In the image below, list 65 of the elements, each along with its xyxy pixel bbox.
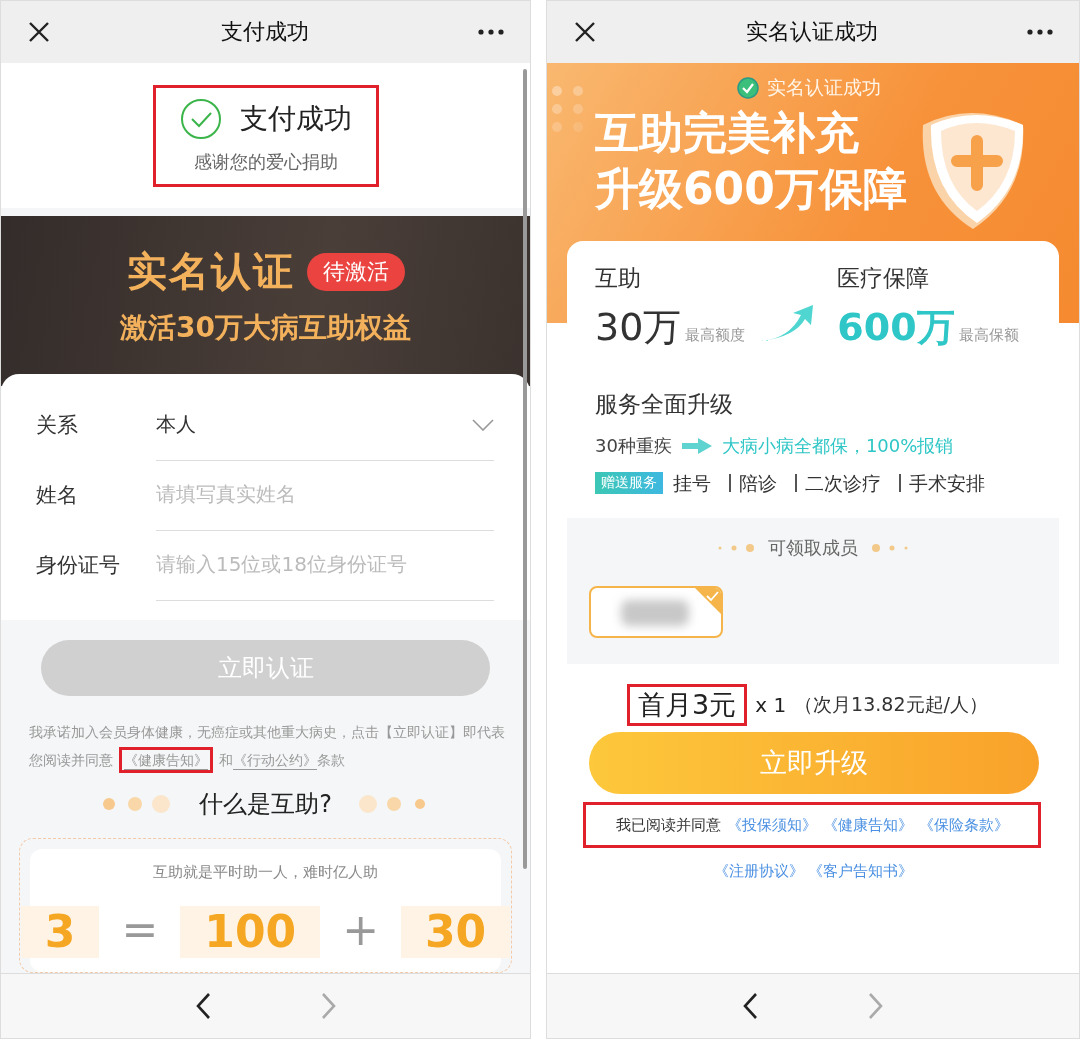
service-item: 手术安排	[899, 474, 993, 492]
services-title: 服务全面升级	[595, 390, 734, 419]
check-circle-icon	[737, 77, 759, 99]
field-label: 关系	[35, 412, 79, 439]
terms-link[interactable]: 《行动公约》	[233, 751, 317, 768]
dots-decoration	[870, 543, 910, 553]
services-to: 大病小病全都保，100%报销	[721, 434, 954, 458]
terms-link[interactable]: 《注册协议》	[713, 862, 804, 881]
price-note: （次月13.82元起/人）	[794, 692, 988, 717]
input-field[interactable]: 本人	[156, 389, 494, 461]
input-field[interactable]: 请填写真实姓名	[156, 459, 494, 531]
more-icon[interactable]	[1027, 29, 1053, 35]
input-field[interactable]: 请输入15位或18位身份证号	[156, 529, 494, 601]
status-badge: 待激活	[306, 252, 405, 291]
scrollbar[interactable]	[523, 69, 527, 869]
number-figure: 100	[180, 905, 321, 958]
banner-headline: 升级600万保障	[595, 162, 907, 216]
service-item: 二次诊疗	[795, 474, 889, 492]
amount-note: 最高保额	[958, 326, 1019, 345]
banner-title: 实名认证	[126, 247, 295, 296]
field-label: 身份证号	[35, 552, 121, 579]
service-item: 挂号	[673, 474, 712, 492]
first-month-price: 首月3元	[627, 684, 748, 726]
check-circle-icon	[179, 97, 222, 140]
terms-link[interactable]: 《保险条款》	[918, 815, 1009, 835]
page-title: 实名认证成功	[746, 18, 878, 46]
terms-link[interactable]: 《客户告知书》	[807, 862, 913, 881]
coverage-amount: 30万	[595, 304, 682, 351]
page-title: 支付成功	[220, 18, 309, 46]
status-text: 实名认证成功	[767, 75, 881, 100]
tagline: 互助就是平时助一人，难时亿人助	[153, 862, 378, 882]
field-label: 姓名	[35, 482, 79, 509]
services-from: 30种重疾	[595, 434, 672, 458]
close-icon[interactable]	[27, 20, 51, 44]
arrow-right-icon	[681, 438, 712, 454]
members-title: 可领取成员	[768, 536, 858, 560]
terms-link[interactable]: 《投保须知》	[726, 815, 817, 835]
dots-decoration	[716, 543, 756, 553]
plan-title: 互助	[595, 264, 642, 293]
success-title: 支付成功	[239, 100, 352, 137]
close-icon[interactable]	[573, 20, 597, 44]
back-icon[interactable]	[194, 992, 211, 1020]
service-item: 陪诊	[729, 474, 785, 492]
operator-sign: +	[342, 905, 379, 954]
operator-sign: =	[121, 905, 159, 954]
terms-link[interactable]: 《健康告知》	[119, 746, 213, 773]
coverage-amount: 600万	[837, 304, 955, 351]
number-figure: 3	[20, 905, 100, 958]
more-icon[interactable]	[478, 29, 504, 35]
back-icon[interactable]	[742, 992, 758, 1020]
check-corner-icon	[695, 588, 721, 614]
amount-note: 最高额度	[685, 326, 746, 345]
consent-text: 我承诺加入会员身体健康，无癌症或其他重大病史，点击【立即认证】即代表您阅读并同意 《健康告知》 和《行动公约》条款	[29, 717, 506, 774]
chevron-down-icon	[472, 418, 494, 431]
number-figure: 30	[401, 905, 511, 958]
plan-title: 医疗保障	[837, 264, 931, 293]
banner-headline: 互助完美补充	[595, 106, 859, 160]
thanks-text: 感谢您的爱心捐助	[193, 149, 338, 174]
section-title: 什么是互助?	[199, 788, 332, 820]
terms-link[interactable]: 《健康告知》	[822, 815, 913, 835]
banner-subtitle: 激活30万大病互助权益	[120, 310, 411, 346]
agreement-text: 我已阅读并同意	[615, 815, 721, 835]
gift-badge: 赠送服务	[595, 472, 663, 494]
quantity: x 1	[755, 693, 787, 717]
upgrade-button[interactable]: 立即升级	[589, 732, 1039, 794]
